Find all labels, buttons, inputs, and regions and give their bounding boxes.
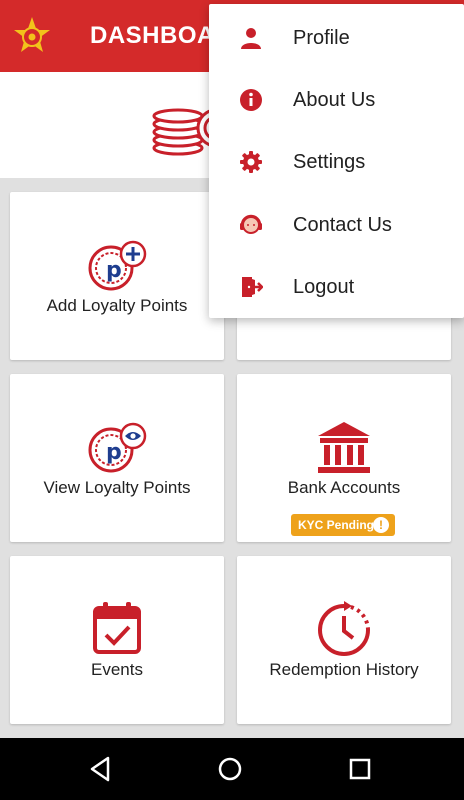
card-label: Bank Accounts bbox=[287, 478, 401, 497]
alert-icon: ! bbox=[373, 517, 389, 533]
redemption-history-card[interactable]: Redemption History bbox=[237, 556, 451, 724]
badge-label: KYC Pending bbox=[298, 518, 375, 532]
add-points-icon: p bbox=[88, 240, 147, 291]
person-icon bbox=[241, 28, 261, 49]
history-icon bbox=[318, 601, 370, 656]
kyc-status-badge: KYC Pending ! bbox=[291, 514, 395, 536]
view-points-icon: p bbox=[88, 422, 147, 473]
logout-icon bbox=[242, 277, 263, 297]
menu-item-label: About Us bbox=[293, 89, 376, 111]
menu-item-logout[interactable]: Logout bbox=[209, 255, 464, 317]
info-icon bbox=[240, 89, 262, 111]
card-label: Add Loyalty Points bbox=[46, 296, 188, 315]
card-label: Redemption History bbox=[269, 660, 419, 679]
overflow-menu: Profile About Us Settings Contact Us Log… bbox=[209, 4, 464, 318]
events-card[interactable]: Events bbox=[10, 556, 224, 724]
recents-icon[interactable] bbox=[346, 755, 374, 783]
menu-item-label: Settings bbox=[293, 151, 366, 173]
home-icon[interactable] bbox=[216, 755, 244, 783]
card-label: View Loyalty Points bbox=[43, 478, 191, 497]
menu-item-profile[interactable]: Profile bbox=[209, 6, 464, 68]
bank-icon bbox=[318, 422, 370, 473]
view-loyalty-points-card[interactable]: p View Loyalty Points bbox=[10, 374, 224, 542]
menu-item-about-us[interactable]: About Us bbox=[209, 68, 464, 130]
gear-icon bbox=[240, 151, 262, 173]
card-label: Events bbox=[91, 660, 143, 679]
calendar-icon bbox=[93, 602, 141, 654]
support-agent-icon bbox=[240, 214, 262, 234]
menu-item-settings[interactable]: Settings bbox=[209, 130, 464, 192]
menu-item-label: Logout bbox=[293, 276, 355, 298]
app-logo-icon[interactable] bbox=[12, 16, 52, 56]
add-loyalty-points-card[interactable]: p Add Loyalty Points bbox=[10, 192, 224, 360]
bank-accounts-card[interactable]: Bank Accounts KYC Pending ! bbox=[237, 374, 451, 542]
svg-text:p: p bbox=[106, 258, 122, 283]
svg-text:p: p bbox=[106, 440, 122, 465]
menu-item-label: Contact Us bbox=[293, 214, 392, 236]
menu-item-label: Profile bbox=[293, 27, 350, 49]
menu-item-contact-us[interactable]: Contact Us bbox=[209, 193, 464, 255]
back-icon[interactable] bbox=[86, 755, 114, 783]
system-nav-bar bbox=[0, 738, 464, 800]
